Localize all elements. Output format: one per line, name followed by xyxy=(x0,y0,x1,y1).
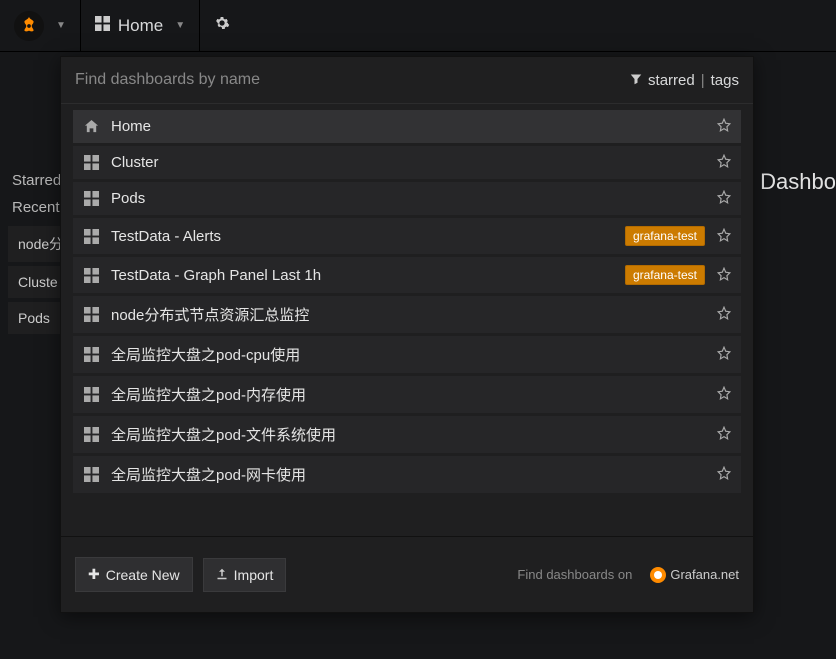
upload-icon xyxy=(216,567,228,583)
filter-tags[interactable]: tags xyxy=(711,72,739,89)
dashboard-item[interactable]: Home xyxy=(73,110,741,143)
dashboard-item[interactable]: 全局监控大盘之pod-内存使用 xyxy=(73,376,741,413)
find-more-label: Find dashboards on xyxy=(517,567,632,582)
caret-down-icon: ▼ xyxy=(56,20,66,31)
star-icon[interactable] xyxy=(717,190,731,207)
grid-icon xyxy=(83,347,99,362)
dashboard-name: TestData - Graph Panel Last 1h xyxy=(111,267,613,284)
create-new-label: Create New xyxy=(106,567,180,583)
settings-button[interactable] xyxy=(200,0,244,51)
dashboard-name: Pods xyxy=(111,190,705,207)
star-icon[interactable] xyxy=(717,118,731,135)
dashboard-name: 全局监控大盘之pod-内存使用 xyxy=(111,384,705,405)
filter-icon xyxy=(630,72,642,89)
star-icon[interactable] xyxy=(717,426,731,443)
dashboard-tag[interactable]: grafana-test xyxy=(625,226,705,246)
grid-icon xyxy=(83,229,99,244)
search-row: starred | tags xyxy=(61,57,753,104)
grid-icon xyxy=(83,155,99,170)
home-label: Home xyxy=(118,16,163,36)
import-label: Import xyxy=(234,567,274,583)
plus-icon: ✚ xyxy=(88,566,100,583)
grafana-net-link[interactable]: Grafana.net xyxy=(650,567,739,583)
filter-starred[interactable]: starred xyxy=(648,72,695,89)
dashboard-item[interactable]: 全局监控大盘之pod-网卡使用 xyxy=(73,456,741,493)
grafana-logo-icon xyxy=(14,11,44,41)
create-new-button[interactable]: ✚ Create New xyxy=(75,557,193,592)
topbar: ▼ Home ▼ xyxy=(0,0,836,52)
search-input[interactable] xyxy=(75,71,630,89)
grid-icon xyxy=(95,16,110,36)
star-icon[interactable] xyxy=(717,346,731,363)
dashboard-item[interactable]: 全局监控大盘之pod-cpu使用 xyxy=(73,336,741,373)
star-icon[interactable] xyxy=(717,228,731,245)
dropdown-footer: ✚ Create New Import Find dashboards on G… xyxy=(61,536,753,612)
dashboard-item[interactable]: node分布式节点资源汇总监控 xyxy=(73,296,741,333)
home-dropdown-button[interactable]: Home ▼ xyxy=(81,0,200,51)
grid-icon xyxy=(83,387,99,402)
grid-icon xyxy=(83,307,99,322)
grid-icon xyxy=(83,467,99,482)
import-button[interactable]: Import xyxy=(203,558,287,592)
dashboard-item[interactable]: TestData - Graph Panel Last 1h grafana-te… xyxy=(73,257,741,293)
grafana-net-label: Grafana.net xyxy=(670,567,739,582)
dashboard-search-dropdown: starred | tags Home Cluster Pods TestData -… xyxy=(60,56,754,613)
gear-icon xyxy=(214,15,230,36)
dashboard-name: 全局监控大盘之pod-网卡使用 xyxy=(111,464,705,485)
star-icon[interactable] xyxy=(717,306,731,323)
dashboard-name: TestData - Alerts xyxy=(111,228,613,245)
star-icon[interactable] xyxy=(717,267,731,284)
dashboard-tag[interactable]: grafana-test xyxy=(625,265,705,285)
dashboard-name: 全局监控大盘之pod-cpu使用 xyxy=(111,344,705,365)
star-icon[interactable] xyxy=(717,386,731,403)
dashboard-item[interactable]: 全局监控大盘之pod-文件系统使用 xyxy=(73,416,741,453)
star-icon[interactable] xyxy=(717,466,731,483)
logo-menu[interactable]: ▼ xyxy=(0,0,81,51)
caret-down-icon: ▼ xyxy=(175,20,185,31)
dashboard-name: Home xyxy=(111,118,705,135)
filter-group: starred | tags xyxy=(630,72,739,89)
grid-icon xyxy=(83,268,99,283)
filter-divider: | xyxy=(701,72,705,89)
grafana-net-logo-icon xyxy=(650,567,666,583)
star-icon[interactable] xyxy=(717,154,731,171)
dashboard-name: Cluster xyxy=(111,154,705,171)
dashboard-item[interactable]: Cluster xyxy=(73,146,741,179)
dashboard-list: Home Cluster Pods TestData - Alerts grafana-… xyxy=(61,104,753,536)
grid-icon xyxy=(83,427,99,442)
dashboard-item[interactable]: TestData - Alerts grafana-test xyxy=(73,218,741,254)
dashboard-name: 全局监控大盘之pod-文件系统使用 xyxy=(111,424,705,445)
grid-icon xyxy=(83,191,99,206)
home-icon xyxy=(83,119,99,134)
page-title: Dashbo xyxy=(760,169,836,195)
dashboard-item[interactable]: Pods xyxy=(73,182,741,215)
dashboard-name: node分布式节点资源汇总监控 xyxy=(111,304,705,325)
